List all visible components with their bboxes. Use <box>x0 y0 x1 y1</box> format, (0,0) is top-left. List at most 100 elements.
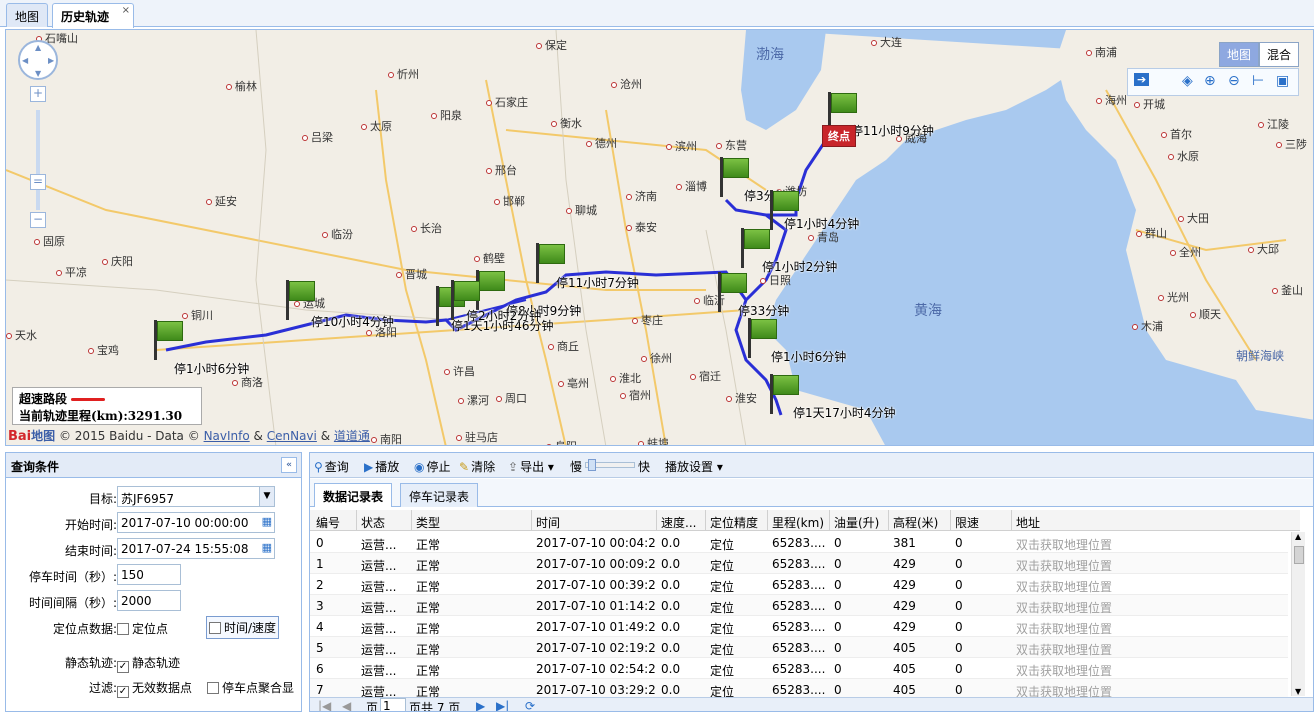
column-header[interactable]: 高程(米) <box>893 514 949 531</box>
column-header[interactable]: 油量(升) <box>834 514 888 531</box>
table-row[interactable]: 3 运营... 正常 2017-07-10 01:14:29 0.0 定位 65283...… <box>310 595 1288 616</box>
checked-icon[interactable]: ✓ <box>117 661 129 673</box>
play-button[interactable]: ▶ 播放 <box>364 458 399 475</box>
end-time-input[interactable]: 2017-07-24 15:55:08 ▦ <box>117 538 275 559</box>
calendar-icon[interactable]: ▦ <box>262 515 272 528</box>
column-divider[interactable] <box>531 510 532 531</box>
scroll-up-icon[interactable]: ▲ <box>1295 532 1301 541</box>
last-page-icon[interactable]: ▶| <box>496 699 509 711</box>
query-button[interactable]: ⚲ 查询 <box>314 458 349 475</box>
column-divider[interactable] <box>705 510 706 531</box>
interval-input[interactable]: 2000 <box>117 590 181 611</box>
playback-settings-button[interactable]: 播放设置 ▾ <box>665 458 723 475</box>
prev-page-icon[interactable]: ◀ <box>342 699 351 711</box>
first-page-icon[interactable]: |◀ <box>318 699 331 711</box>
table-row[interactable]: 0 运营... 正常 2017-07-10 00:04:29 0.0 定位 65283...… <box>310 532 1288 553</box>
column-header[interactable]: 状态 <box>361 514 411 531</box>
address-cell[interactable]: 双击获取地理位置 <box>1016 557 1276 574</box>
scroll-thumb[interactable] <box>1294 546 1304 564</box>
checkbox-icon[interactable] <box>117 623 129 635</box>
stop-flag-icon[interactable] <box>154 320 184 360</box>
column-header[interactable]: 类型 <box>416 514 526 531</box>
table-row[interactable]: 4 运营... 正常 2017-07-10 01:49:29 0.0 定位 65283...… <box>310 616 1288 637</box>
map-type-hybrid-button[interactable]: 混合 <box>1258 42 1299 67</box>
zoom-thumb[interactable]: = <box>30 174 46 190</box>
zoom-out-icon[interactable]: ⊖ <box>1228 73 1240 89</box>
static-track-checkbox[interactable]: ✓ 静态轨迹 <box>117 654 180 673</box>
column-divider[interactable] <box>656 510 657 531</box>
speed-slider[interactable] <box>585 459 635 471</box>
cennavi-link[interactable]: CenNavi <box>267 429 317 443</box>
column-divider[interactable] <box>1011 510 1012 531</box>
screenshot-icon[interactable]: ▣ <box>1276 73 1289 89</box>
column-header[interactable]: 时间 <box>536 514 656 531</box>
pan-up-icon[interactable]: ▲ <box>35 43 41 52</box>
close-icon[interactable]: × <box>122 5 130 16</box>
checkbox-icon[interactable] <box>209 622 221 634</box>
tab-data-records[interactable]: 数据记录表 <box>314 483 393 507</box>
start-time-input[interactable]: 2017-07-10 00:00:00 ▦ <box>117 512 275 533</box>
table-row[interactable]: 6 运营... 正常 2017-07-10 02:54:29 0.0 定位 65283...… <box>310 658 1288 679</box>
column-header[interactable]: 速度... <box>661 514 705 531</box>
table-row[interactable]: 2 运营... 正常 2017-07-10 00:39:29 0.0 定位 65283...… <box>310 574 1288 595</box>
column-divider[interactable] <box>829 510 830 531</box>
checked-icon[interactable]: ✓ <box>117 686 129 698</box>
page-input[interactable]: 1 <box>380 698 406 711</box>
ruler-icon[interactable]: ⊢ <box>1252 73 1264 89</box>
address-cell[interactable]: 双击获取地理位置 <box>1016 641 1276 658</box>
collapse-icon[interactable]: « <box>281 457 297 473</box>
zoom-slider[interactable] <box>36 110 40 210</box>
clear-button[interactable]: ✎ 清除 <box>459 458 495 475</box>
column-divider[interactable] <box>888 510 889 531</box>
column-header[interactable]: 地址 <box>1016 514 1276 531</box>
stop-time-input[interactable]: 150 <box>117 564 181 585</box>
column-divider[interactable] <box>411 510 412 531</box>
pan-right-icon[interactable]: ▶ <box>48 56 54 65</box>
daodao-link[interactable]: 道道通 <box>334 429 370 443</box>
merge-stop-checkbox[interactable]: 停车点聚合显 <box>207 679 294 696</box>
column-divider[interactable] <box>356 510 357 531</box>
address-cell[interactable]: 双击获取地理位置 <box>1016 536 1276 553</box>
export-button[interactable]: ⇪ 导出 ▾ <box>508 458 554 475</box>
tab-history-track[interactable]: 历史轨迹 × <box>52 3 134 28</box>
zoom-in-button[interactable]: + <box>30 86 46 102</box>
mouse-icon[interactable]: ◈ <box>1182 73 1193 89</box>
column-header[interactable]: 编号 <box>316 514 356 531</box>
calendar-icon[interactable]: ▦ <box>262 541 272 554</box>
locpoint-checkbox[interactable]: 定位点 <box>117 620 168 637</box>
pan-down-icon[interactable]: ▼ <box>35 69 41 78</box>
column-divider[interactable] <box>767 510 768 531</box>
tab-map[interactable]: 地图 <box>6 3 48 27</box>
column-divider[interactable] <box>950 510 951 531</box>
vertical-scrollbar[interactable]: ▲ ▼ <box>1291 532 1305 696</box>
zoom-out-button[interactable]: − <box>30 212 46 228</box>
address-cell[interactable]: 双击获取地理位置 <box>1016 578 1276 595</box>
table-row[interactable]: 1 运营... 正常 2017-07-10 00:09:29 0.0 定位 65283...… <box>310 553 1288 574</box>
target-select[interactable]: 苏JF6957 ▼ <box>117 486 275 507</box>
column-header[interactable]: 定位精度 <box>710 514 766 531</box>
pan-left-icon[interactable]: ◀ <box>22 56 28 65</box>
zoom-in-icon[interactable]: ⊕ <box>1204 73 1216 89</box>
end-marker[interactable]: 终点 <box>822 125 856 147</box>
next-page-icon[interactable]: ▶ <box>476 699 485 711</box>
map-type-map-button[interactable]: 地图 <box>1218 42 1259 67</box>
address-cell[interactable]: 双击获取地理位置 <box>1016 620 1276 637</box>
column-header[interactable]: 限速 <box>955 514 1011 531</box>
table-row[interactable]: 5 运营... 正常 2017-07-10 02:19:29 0.0 定位 65283...… <box>310 637 1288 658</box>
stop-button[interactable]: ◉ 停止 <box>414 458 451 475</box>
navinfo-link[interactable]: NavInfo <box>204 429 250 443</box>
address-cell[interactable]: 双击获取地理位置 <box>1016 599 1276 616</box>
chevron-down-icon[interactable]: ▼ <box>259 487 274 506</box>
tab-stop-records[interactable]: 停车记录表 <box>400 483 479 507</box>
speed-slider-thumb[interactable] <box>588 459 596 471</box>
refresh-icon[interactable]: ⟳ <box>525 699 535 711</box>
column-header[interactable]: 里程(km) <box>772 514 828 531</box>
address-cell[interactable]: 双击获取地理位置 <box>1016 662 1276 679</box>
pan-control[interactable]: ▲ ▼ ◀ ▶ <box>18 40 58 80</box>
arrow-right-icon[interactable]: ➔ <box>1134 73 1150 86</box>
checkbox-icon[interactable] <box>207 682 219 694</box>
scroll-down-icon[interactable]: ▼ <box>1295 687 1301 696</box>
timespeed-checkbox[interactable]: 时间/速度 <box>206 616 280 639</box>
map-view[interactable]: 渤海 黄海 朝鲜海峡 石嘴山 忻州 保定 大连 南浦 榆林 太原 石家庄 沧州 海州 开城 江陵 吕梁阳… <box>5 29 1314 446</box>
invalid-data-checkbox[interactable]: ✓ 无效数据点 <box>117 679 192 698</box>
